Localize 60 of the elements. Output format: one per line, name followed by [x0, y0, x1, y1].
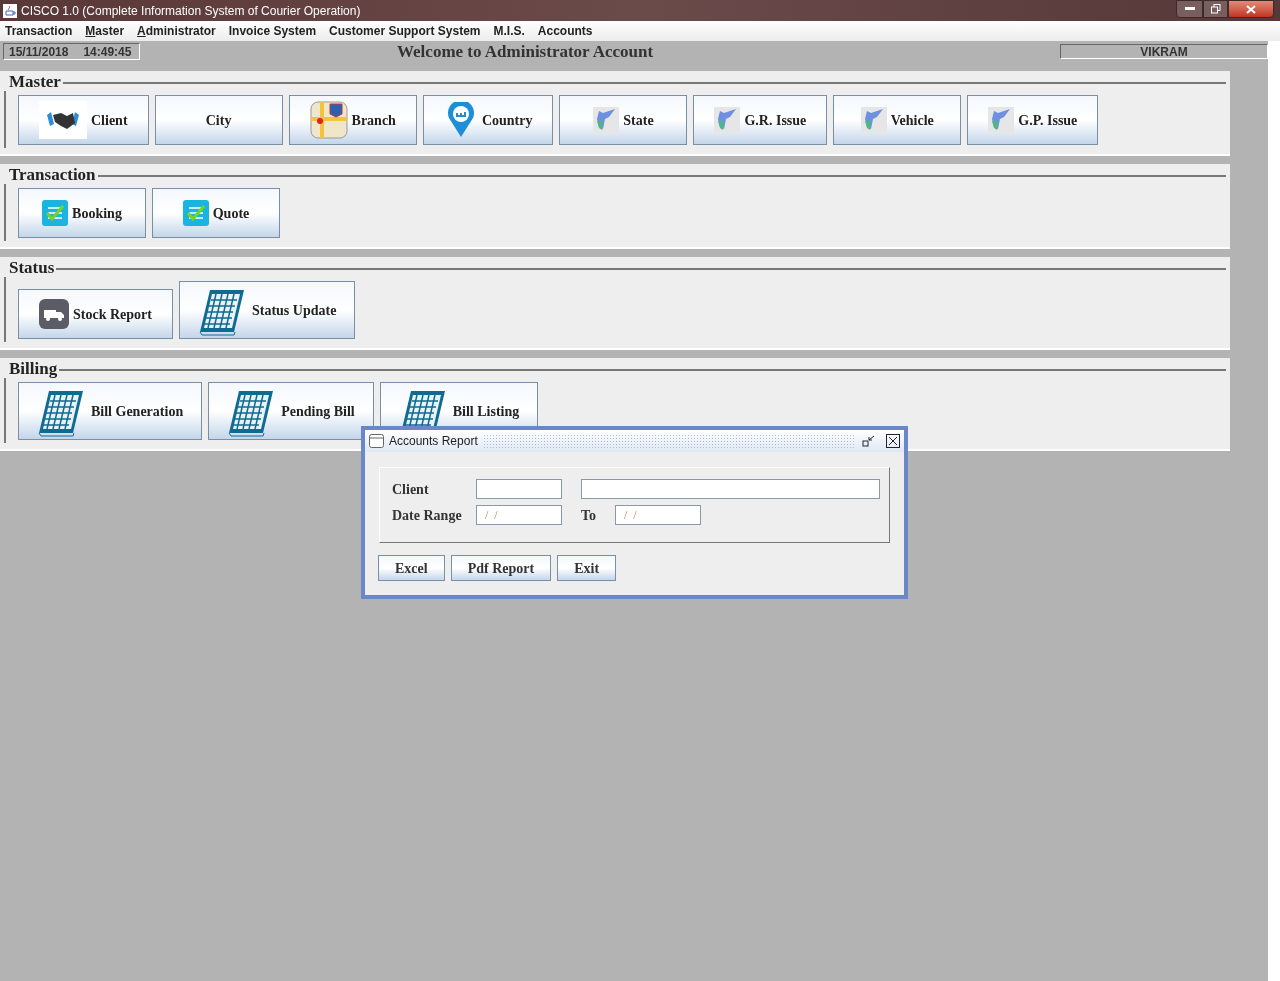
section-title: Transaction — [8, 166, 97, 184]
truck-icon — [39, 299, 69, 329]
map-region-icon — [714, 107, 741, 133]
section-title: Billing — [8, 360, 59, 378]
module-button[interactable]: City — [154, 95, 283, 145]
module-button[interactable]: Stock Report — [18, 289, 173, 339]
client-code-field[interactable] — [476, 479, 562, 499]
dialog-button[interactable]: Excel — [378, 555, 445, 581]
module-button[interactable]: Booking — [18, 188, 146, 238]
menu-item[interactable]: Master — [85, 22, 125, 40]
menu-item[interactable]: Customer Support System — [329, 22, 481, 40]
coffee-cup-icon — [3, 3, 17, 18]
user-name-display: VIKRAM — [1060, 44, 1268, 59]
menu-item[interactable]: M.I.S. — [493, 22, 525, 40]
map-region-icon — [988, 107, 1015, 133]
from-date-field[interactable]: / / — [476, 505, 562, 525]
client-name-field[interactable] — [581, 479, 880, 499]
menu-item[interactable]: Transaction — [5, 22, 73, 40]
module-button[interactable]: Pending Bill — [208, 382, 374, 440]
section-title: Master — [8, 73, 62, 91]
module-button[interactable]: Client — [18, 95, 149, 145]
dialog-button[interactable]: Pdf Report — [450, 555, 552, 581]
module-button[interactable]: Country — [422, 95, 554, 145]
module-button[interactable]: Status Update — [178, 281, 356, 339]
close-icon — [1246, 4, 1256, 14]
module-button[interactable]: Bill Generation — [18, 382, 203, 440]
to-date-field[interactable]: / / — [615, 505, 701, 525]
module-button[interactable]: Vehicle — [833, 95, 962, 145]
date-time-display: 15/11/2018 14:49:45 — [3, 43, 140, 60]
map-region-icon — [860, 107, 887, 133]
checklist-icon — [182, 200, 209, 226]
dialog-button[interactable]: Exit — [557, 555, 617, 581]
restore-button[interactable] — [1203, 0, 1228, 18]
checklist-icon — [42, 200, 69, 226]
close-icon — [888, 436, 898, 446]
window-icon — [369, 434, 384, 448]
module-button[interactable]: G.P. Issue — [967, 95, 1099, 145]
menu-item[interactable]: Accounts — [537, 22, 593, 40]
date-range-label: Date Range — [392, 506, 463, 525]
close-button[interactable] — [1228, 0, 1274, 18]
to-label: To — [581, 506, 598, 525]
restore-icon — [861, 435, 875, 447]
module-button[interactable]: Branch — [288, 95, 417, 145]
handshake-icon — [39, 101, 87, 139]
menu-item[interactable]: Administrator — [137, 22, 216, 40]
client-label: Client — [392, 480, 430, 499]
map-region-icon — [593, 107, 620, 133]
map-icon — [309, 101, 348, 139]
restore-button[interactable] — [861, 434, 875, 448]
module-button[interactable]: State — [559, 95, 688, 145]
restore-icon — [1210, 4, 1221, 14]
section-title: Status — [8, 259, 56, 277]
window-title: CISCO 1.0 (Complete Information System of Courier Operation) — [21, 2, 361, 20]
minimize-icon — [1184, 7, 1195, 11]
welcome-heading: Welcome to Administrator Account — [397, 40, 654, 63]
minimize-button[interactable] — [1176, 0, 1203, 18]
close-button[interactable] — [886, 434, 900, 448]
menu-item[interactable]: Invoice System — [228, 22, 317, 40]
module-button[interactable]: Quote — [152, 188, 280, 238]
module-button[interactable]: G.R. Issue — [693, 95, 828, 145]
